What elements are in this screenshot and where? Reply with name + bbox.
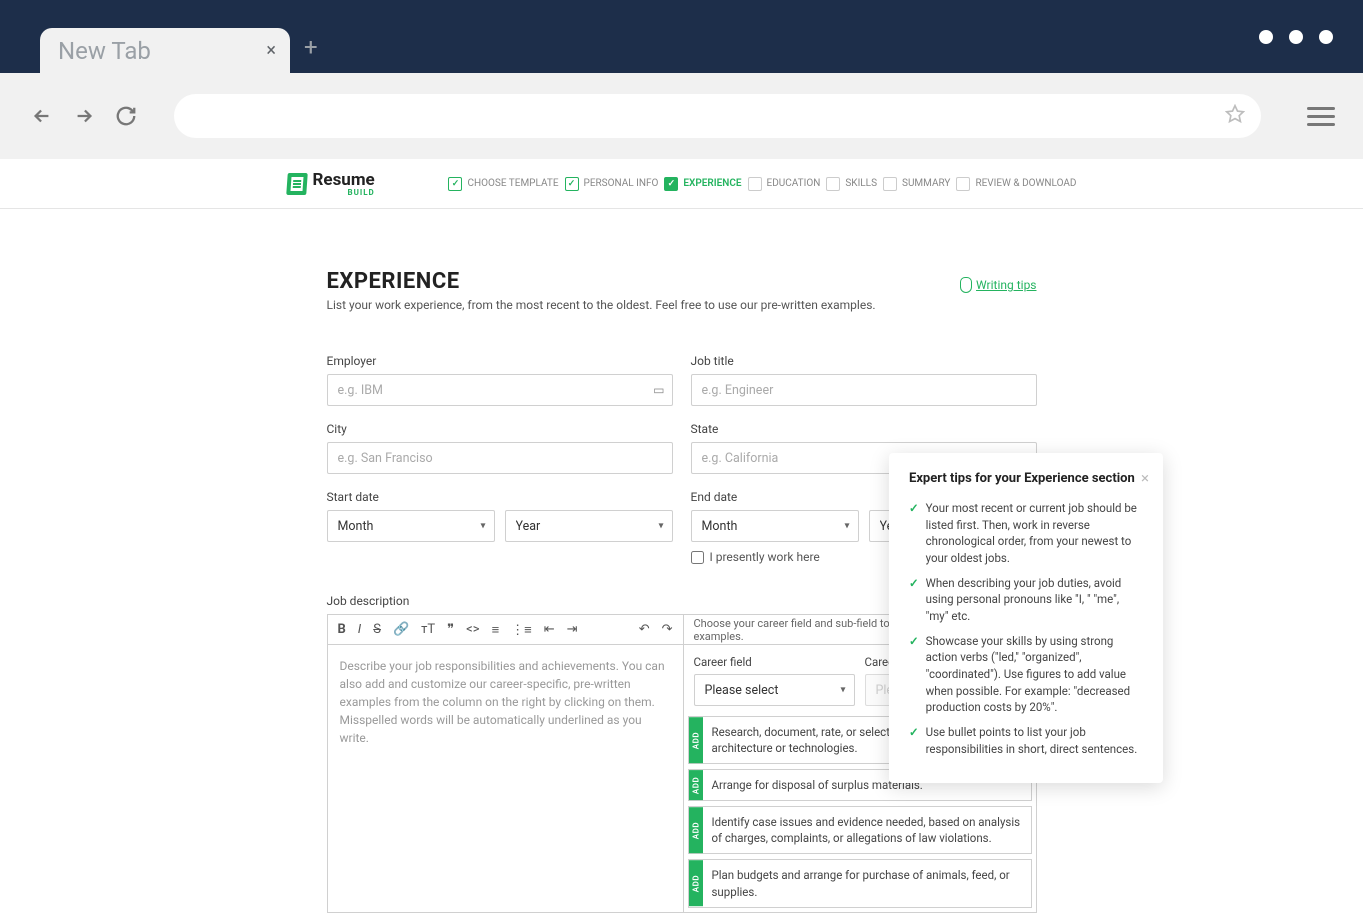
employer-label: Employer (327, 354, 673, 368)
contact-card-icon: ▭ (653, 383, 664, 397)
bullet-list-icon[interactable]: ≡ (492, 622, 500, 638)
state-label: State (691, 422, 1037, 436)
example-item[interactable]: ADD Identify case issues and evidence ne… (688, 806, 1032, 854)
close-icon[interactable]: × (266, 40, 276, 61)
field-employer: Employer ▭ (327, 354, 673, 406)
font-size-icon[interactable]: тT (421, 622, 435, 637)
window-controls (1259, 30, 1333, 44)
step-review[interactable]: REVIEW & DOWNLOAD (956, 177, 1076, 191)
browser-toolbar (0, 73, 1363, 159)
start-date-label: Start date (327, 490, 673, 504)
logo[interactable]: Resume BUILD (287, 170, 375, 197)
step-summary[interactable]: SUMMARY (883, 177, 950, 191)
employer-input[interactable] (327, 374, 673, 406)
presently-work-checkbox[interactable] (691, 551, 704, 564)
tips-list: Your most recent or current job should b… (909, 500, 1143, 757)
job-title-input[interactable] (691, 374, 1037, 406)
number-list-icon[interactable]: ⋮≡ (511, 622, 532, 638)
tip-item: Your most recent or current job should b… (909, 500, 1143, 567)
city-label: City (327, 422, 673, 436)
logo-icon (286, 173, 308, 195)
page-subtitle: List your work experience, from the most… (327, 298, 1037, 312)
progress-steps: CHOOSE TEMPLATE PERSONAL INFO EXPERIENCE… (448, 177, 1076, 191)
step-experience[interactable]: EXPERIENCE (664, 177, 741, 191)
add-example-button[interactable]: ADD (689, 860, 703, 906)
add-example-button[interactable]: ADD (689, 717, 703, 763)
indent-icon[interactable]: ⇥ (567, 622, 578, 637)
address-bar[interactable] (174, 94, 1261, 138)
window-dot[interactable] (1319, 30, 1333, 44)
tip-item: Use bullet points to list your job respo… (909, 724, 1143, 757)
career-field-select[interactable]: Please select (694, 674, 855, 706)
undo-icon[interactable]: ↶ (639, 622, 650, 637)
code-icon[interactable]: <> (466, 622, 479, 637)
back-icon[interactable] (28, 102, 56, 130)
outdent-icon[interactable]: ⇤ (544, 622, 555, 637)
close-icon[interactable]: × (1141, 469, 1149, 487)
quote-icon[interactable]: ❞ (447, 622, 454, 637)
bookmark-icon[interactable] (1225, 104, 1245, 128)
add-example-button[interactable]: ADD (689, 770, 703, 800)
tab-title: New Tab (58, 37, 151, 65)
add-example-button[interactable]: ADD (689, 807, 703, 853)
editor-toolbar: B I S 🔗 тT ❞ <> ≡ ⋮≡ ⇤ ⇥ ↶ ↷ (328, 615, 683, 645)
new-tab-button[interactable]: + (304, 33, 318, 61)
browser-tab[interactable]: New Tab × (40, 28, 290, 73)
field-job-title: Job title (691, 354, 1037, 406)
redo-icon[interactable]: ↷ (662, 622, 673, 637)
window-dot[interactable] (1289, 30, 1303, 44)
browser-tab-strip: New Tab × + (0, 0, 1363, 73)
window-dot[interactable] (1259, 30, 1273, 44)
strikethrough-icon[interactable]: S (373, 622, 381, 637)
italic-icon[interactable]: I (358, 622, 361, 637)
site-header: Resume BUILD CHOOSE TEMPLATE PERSONAL IN… (0, 159, 1363, 209)
writing-tips-popup: Expert tips for your Experience section … (889, 453, 1163, 783)
page-title: EXPERIENCE (327, 269, 1037, 294)
page: Resume BUILD CHOOSE TEMPLATE PERSONAL IN… (0, 159, 1363, 913)
start-year-select[interactable]: Year (505, 510, 673, 542)
example-item[interactable]: ADD Plan budgets and arrange for purchas… (688, 859, 1032, 907)
field-city: City (327, 422, 673, 474)
tip-item: Showcase your skills by using strong act… (909, 633, 1143, 716)
presently-work-label: I presently work here (710, 550, 820, 564)
menu-icon[interactable] (1307, 107, 1335, 126)
editor-panel: B I S 🔗 тT ❞ <> ≡ ⋮≡ ⇤ ⇥ ↶ ↷ (328, 615, 684, 912)
step-choose-template[interactable]: CHOOSE TEMPLATE (448, 177, 558, 191)
start-month-select[interactable]: Month (327, 510, 495, 542)
logo-text: Resume (313, 170, 375, 190)
bold-icon[interactable]: B (338, 622, 346, 637)
forward-icon[interactable] (70, 102, 98, 130)
link-icon[interactable]: 🔗 (393, 622, 409, 637)
reload-icon[interactable] (112, 102, 140, 130)
step-personal-info[interactable]: PERSONAL INFO (565, 177, 659, 191)
end-month-select[interactable]: Month (691, 510, 859, 542)
writing-tips-link[interactable]: Writing tips (960, 277, 1036, 293)
career-field-label: Career field (694, 655, 855, 669)
city-input[interactable] (327, 442, 673, 474)
step-skills[interactable]: SKILLS (826, 177, 877, 191)
job-title-label: Job title (691, 354, 1037, 368)
step-education[interactable]: EDUCATION (748, 177, 821, 191)
field-start-date: Start date Month Year (327, 490, 673, 564)
tip-item: When describing your job duties, avoid u… (909, 575, 1143, 625)
editor-textarea[interactable]: Describe your job responsibilities and a… (328, 645, 683, 845)
tips-title: Expert tips for your Experience section (909, 471, 1143, 486)
